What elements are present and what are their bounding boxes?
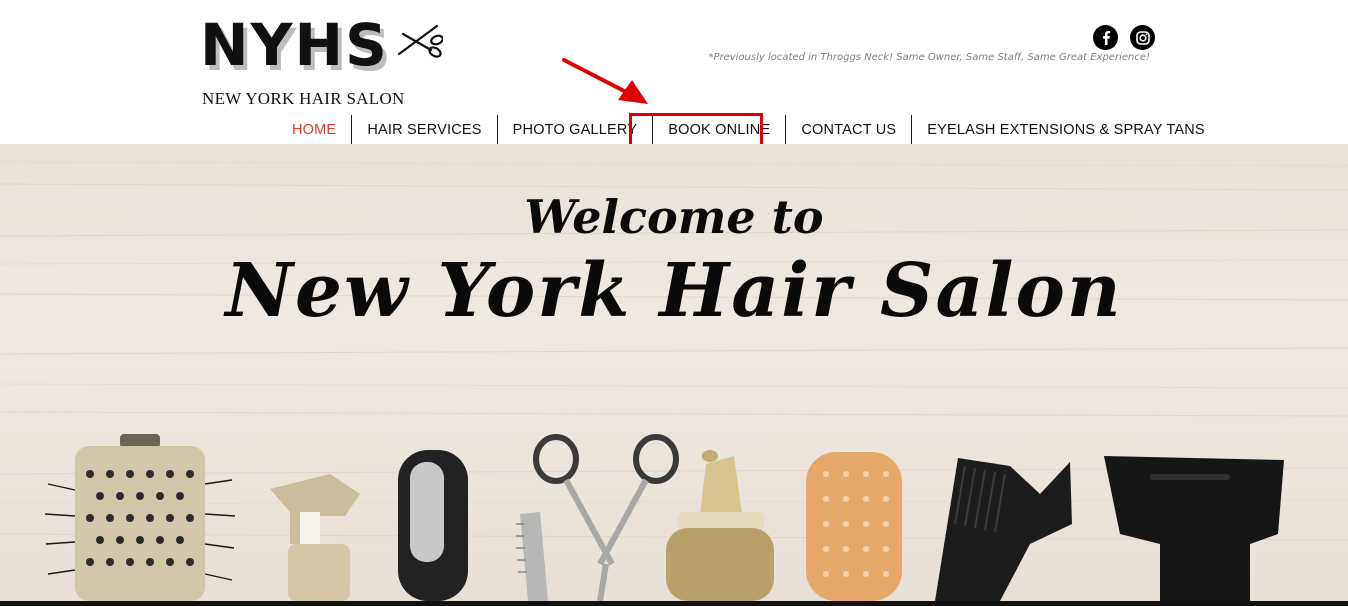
round-brush-icon [44,434,236,601]
hero-banner: Welcome to New York Hair Salon [0,144,1348,601]
comb-brush-icon [935,458,1072,601]
nav-item-book-online[interactable]: BOOK ONLINE [652,115,785,144]
logo-subtitle: NEW YORK HAIR SALON [202,89,405,108]
spray-bottle-icon [270,474,360,601]
annotation-arrow-icon [562,58,648,104]
scissors-icon [397,24,443,58]
nav-item-hair-services[interactable]: HAIR SERVICES [351,115,496,144]
nav-item-home[interactable]: HOME [277,115,351,144]
site-header: NYHS NEW YORK HAIR SALON *Previously loc… [0,0,1348,144]
header-tagline: *Previously located in Throggs Neck! Sam… [708,52,1150,63]
thinning-scissors-icon [516,512,548,601]
scissors-icon-hero [533,434,679,601]
facebook-icon[interactable] [1093,25,1118,50]
nav-item-photo-gallery[interactable]: PHOTO GALLERY [496,115,653,144]
paddle-brush-icon [806,452,902,601]
logo-text: NYHS [200,11,389,79]
flat-iron-icon [398,450,468,601]
nav-item-eyelash-extensions[interactable]: EYELASH EXTENSIONS & SPRAY TANS [911,115,1220,144]
nav-item-contact-us[interactable]: CONTACT US [785,115,911,144]
site-logo[interactable]: NYHS NEW YORK HAIR SALON [200,14,450,114]
page: NYHS NEW YORK HAIR SALON *Previously loc… [0,0,1348,606]
hair-dryer-icon [1104,456,1284,601]
main-nav: HOME HAIR SERVICES PHOTO GALLERY BOOK ON… [277,115,1220,144]
hair-tools-image [44,434,1284,601]
bottom-bar [0,601,1348,606]
mousse-can-icon [666,450,774,601]
social-bar [1093,25,1155,50]
instagram-icon[interactable] [1130,25,1155,50]
